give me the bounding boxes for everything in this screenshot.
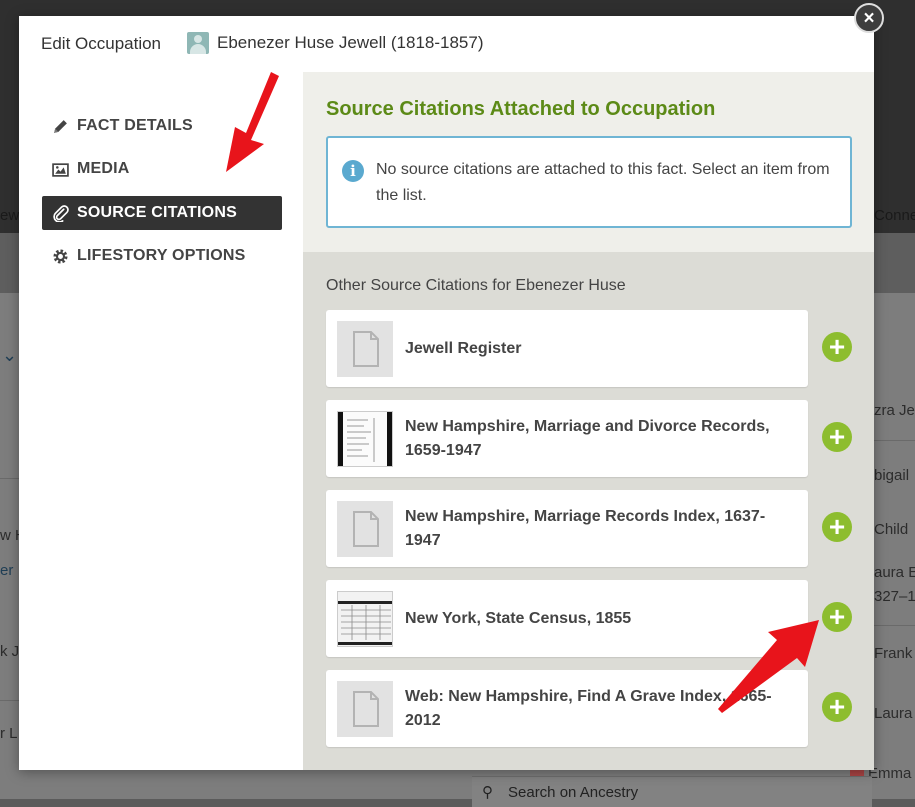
background-chevron-icon: ⌄ bbox=[2, 345, 18, 365]
background-search-bar: ⚲ Search on Ancestry bbox=[472, 776, 872, 807]
background-text: aura E bbox=[874, 564, 915, 581]
sidebar-item-label: MEDIA bbox=[77, 160, 130, 177]
citation-title: New York, State Census, 1855 bbox=[405, 609, 632, 627]
document-icon bbox=[337, 321, 393, 377]
background-text: Emma bbox=[868, 765, 912, 782]
background-divider bbox=[874, 440, 915, 441]
dialog-header: Edit Occupation Ebenezer Huse Jewell (18… bbox=[19, 16, 874, 72]
pencil-icon bbox=[54, 119, 67, 133]
citation-card[interactable]: Web: New Hampshire, Find A Grave Index, … bbox=[326, 670, 808, 747]
citation-title: New Hampshire, Marriage Records Index, 1… bbox=[405, 507, 766, 549]
sidebar-item-media[interactable]: MEDIA bbox=[42, 152, 282, 186]
attached-citations-panel: Source Citations Attached to Occupation … bbox=[303, 72, 874, 252]
background-text: r L bbox=[0, 725, 18, 742]
paperclip-icon bbox=[53, 204, 69, 222]
add-citation-button[interactable]: + bbox=[822, 332, 852, 362]
background-divider bbox=[0, 478, 19, 479]
background-text: 327–1 bbox=[874, 588, 915, 605]
background-text: k J bbox=[0, 643, 20, 660]
other-citations-panel: Other Source Citations for Ebenezer Huse… bbox=[303, 252, 874, 770]
add-citation-button[interactable]: + bbox=[822, 602, 852, 632]
sidebar-item-lifestory-options[interactable]: LIFESTORY OPTIONS bbox=[42, 239, 282, 273]
document-icon bbox=[337, 501, 393, 557]
background-text: zra Je bbox=[874, 402, 915, 419]
edit-occupation-dialog: Edit Occupation Ebenezer Huse Jewell (18… bbox=[19, 16, 874, 770]
add-citation-button[interactable]: + bbox=[822, 422, 852, 452]
citation-card[interactable]: Jewell Register bbox=[326, 310, 808, 387]
citation-card[interactable]: New Hampshire, Marriage Records Index, 1… bbox=[326, 490, 808, 567]
dialog-sidebar: FACT DETAILS MEDIA SOURCE CITATIONS LIFE… bbox=[19, 72, 303, 770]
citation-title: Web: New Hampshire, Find A Grave Index, … bbox=[405, 687, 772, 729]
sidebar-item-label: FACT DETAILS bbox=[77, 117, 193, 134]
background-text: bigail bbox=[874, 467, 910, 484]
other-citations-heading: Other Source Citations for Ebenezer Huse bbox=[326, 277, 626, 294]
citation-card[interactable]: New Hampshire, Marriage and Divorce Reco… bbox=[326, 400, 808, 477]
info-icon: i bbox=[342, 160, 364, 182]
citation-title: New Hampshire, Marriage and Divorce Reco… bbox=[405, 417, 770, 459]
background-text: Conne bbox=[874, 207, 915, 224]
sidebar-item-label: LIFESTORY OPTIONS bbox=[77, 247, 246, 264]
background-text: er bbox=[0, 562, 14, 579]
add-citation-button[interactable]: + bbox=[822, 512, 852, 542]
media-icon bbox=[52, 162, 69, 177]
sidebar-item-source-citations[interactable]: SOURCE CITATIONS bbox=[42, 196, 282, 230]
sidebar-item-fact-details[interactable]: FACT DETAILS bbox=[42, 109, 282, 143]
background-text: Child bbox=[874, 521, 909, 538]
close-button[interactable]: × bbox=[854, 3, 884, 33]
record-thumbnail bbox=[337, 591, 393, 647]
document-icon bbox=[337, 681, 393, 737]
record-thumbnail bbox=[337, 411, 393, 467]
person-name: Ebenezer Huse Jewell (1818-1857) bbox=[217, 33, 484, 52]
citation-card[interactable]: New York, State Census, 1855 bbox=[326, 580, 808, 657]
background-text: Frank bbox=[874, 645, 913, 662]
add-citation-button[interactable]: + bbox=[822, 692, 852, 722]
search-icon: ⚲ bbox=[482, 784, 493, 801]
background-text: Laura bbox=[874, 705, 913, 722]
citation-title: Jewell Register bbox=[405, 339, 522, 357]
person-avatar-icon bbox=[187, 32, 209, 54]
info-message-text: No source citations are attached to this… bbox=[376, 161, 830, 204]
background-text: ew bbox=[0, 207, 20, 224]
gear-icon bbox=[53, 248, 68, 264]
dialog-title: Edit Occupation bbox=[41, 34, 162, 53]
person-info: Ebenezer Huse Jewell (1818-1857) bbox=[187, 32, 484, 54]
background-search-label: Search on Ancestry bbox=[508, 784, 639, 801]
background-divider bbox=[874, 625, 915, 626]
info-message-box: i No source citations are attached to th… bbox=[326, 136, 852, 228]
attached-citations-title: Source Citations Attached to Occupation bbox=[326, 98, 716, 120]
background-divider bbox=[0, 700, 19, 701]
sidebar-item-label: SOURCE CITATIONS bbox=[77, 204, 237, 221]
